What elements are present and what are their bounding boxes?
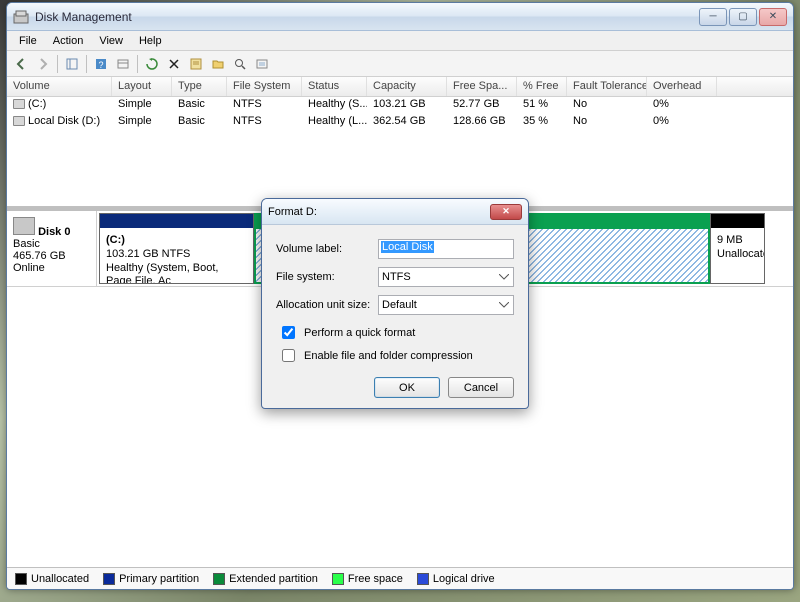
svg-text:?: ? (98, 60, 103, 70)
legend-item: Logical drive (417, 573, 495, 585)
minimize-button[interactable]: ─ (699, 8, 727, 26)
disk-size: 465.76 GB (13, 250, 66, 262)
dialog-close-button[interactable]: ✕ (490, 204, 522, 220)
disk-icon (13, 217, 35, 235)
allocation-unit-select[interactable]: Default (378, 295, 514, 315)
col-pct[interactable]: % Free (517, 77, 567, 96)
allocation-unit-label: Allocation unit size: (276, 299, 378, 311)
cancel-button[interactable]: Cancel (448, 377, 514, 398)
partition[interactable]: (C:)103.21 GB NTFSHealthy (System, Boot,… (99, 213, 254, 284)
volume-list: Volume Layout Type File System Status Ca… (7, 77, 793, 207)
drive-icon (13, 116, 25, 126)
col-volume[interactable]: Volume (7, 77, 112, 96)
quick-format-checkbox[interactable] (282, 326, 295, 339)
disk-type: Basic (13, 238, 40, 250)
legend-item: Free space (332, 573, 403, 585)
disk-mgmt-icon (13, 9, 29, 25)
forward-button[interactable] (33, 54, 53, 74)
volume-label-label: Volume label: (276, 243, 378, 255)
dialog-titlebar[interactable]: Format D: ✕ (262, 199, 528, 225)
toolbar: ? (7, 51, 793, 77)
dialog-title: Format D: (268, 206, 490, 218)
maximize-button[interactable]: ▢ (729, 8, 757, 26)
volume-list-header[interactable]: Volume Layout Type File System Status Ca… (7, 77, 793, 97)
compression-checkbox[interactable] (282, 349, 295, 362)
col-ov[interactable]: Overhead (647, 77, 717, 96)
search-icon[interactable] (230, 54, 250, 74)
legend: Unallocated Primary partition Extended par… (7, 567, 793, 589)
help-icon[interactable]: ? (91, 54, 111, 74)
volume-label-input[interactable]: Local Disk (378, 239, 514, 259)
toolbar-icon[interactable] (113, 54, 133, 74)
close-button[interactable]: ✕ (759, 8, 787, 26)
window-title: Disk Management (35, 10, 699, 24)
col-ft[interactable]: Fault Tolerance (567, 77, 647, 96)
properties-icon[interactable] (186, 54, 206, 74)
volume-row[interactable]: (C:)SimpleBasicNTFSHealthy (S...103.21 G… (7, 97, 793, 114)
disk-label[interactable]: Disk 0 Basic 465.76 GB Online (7, 211, 97, 286)
menu-view[interactable]: View (91, 33, 131, 49)
volume-row[interactable]: Local Disk (D:)SimpleBasicNTFSHealthy (L… (7, 114, 793, 131)
toolbar-icon[interactable] (252, 54, 272, 74)
file-system-label: File system: (276, 271, 378, 283)
col-free[interactable]: Free Spa... (447, 77, 517, 96)
col-fs[interactable]: File System (227, 77, 302, 96)
refresh-icon[interactable] (142, 54, 162, 74)
legend-item: Extended partition (213, 573, 318, 585)
partition[interactable]: 9 MBUnallocate (710, 213, 765, 284)
disk-state: Online (13, 262, 45, 274)
toolbar-icon[interactable] (62, 54, 82, 74)
titlebar[interactable]: Disk Management ─ ▢ ✕ (7, 3, 793, 31)
menu-action[interactable]: Action (45, 33, 92, 49)
legend-item: Primary partition (103, 573, 199, 585)
ok-button[interactable]: OK (374, 377, 440, 398)
legend-item: Unallocated (15, 573, 89, 585)
disk-name: Disk 0 (38, 226, 70, 238)
menu-help[interactable]: Help (131, 33, 170, 49)
menubar: File Action View Help (7, 31, 793, 51)
drive-icon (13, 99, 25, 109)
file-system-select[interactable]: NTFS (378, 267, 514, 287)
compression-label: Enable file and folder compression (304, 350, 473, 362)
menu-file[interactable]: File (11, 33, 45, 49)
volume-label-value: Local Disk (381, 241, 434, 253)
quick-format-label: Perform a quick format (304, 327, 415, 339)
format-dialog: Format D: ✕ Volume label: Local Disk Fil… (261, 198, 529, 409)
col-type[interactable]: Type (172, 77, 227, 96)
col-status[interactable]: Status (302, 77, 367, 96)
delete-icon[interactable] (164, 54, 184, 74)
col-layout[interactable]: Layout (112, 77, 172, 96)
col-capacity[interactable]: Capacity (367, 77, 447, 96)
back-button[interactable] (11, 54, 31, 74)
folder-icon[interactable] (208, 54, 228, 74)
